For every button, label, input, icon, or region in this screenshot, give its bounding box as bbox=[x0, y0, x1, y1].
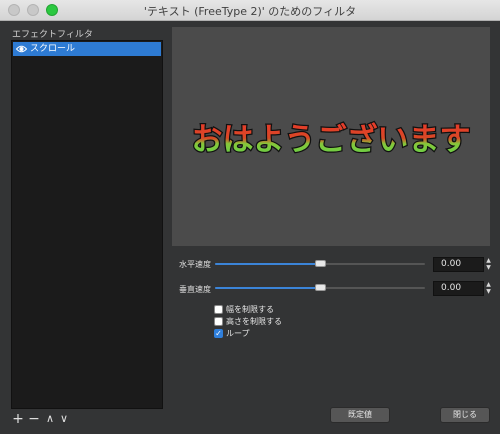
preview-area: おはようございます bbox=[172, 27, 490, 246]
vertical-speed-label: 垂直速度 bbox=[179, 285, 211, 294]
eye-icon[interactable] bbox=[15, 44, 28, 59]
checkbox-label: 高さを制限する bbox=[226, 317, 282, 326]
vertical-speed-slider[interactable] bbox=[215, 281, 425, 295]
checkbox-label: ループ bbox=[226, 329, 250, 338]
effect-filters-label: エフェクトフィルタ bbox=[12, 30, 93, 40]
spinbox-value: 0.00 bbox=[441, 283, 462, 293]
filter-item-scroll[interactable]: スクロール bbox=[13, 42, 161, 56]
vertical-speed-spinbox[interactable]: 0.00 ▲ ▼ bbox=[433, 281, 491, 296]
checkbox-label: 幅を制限する bbox=[226, 305, 274, 314]
slider-handle[interactable] bbox=[315, 260, 326, 267]
remove-icon[interactable]: − bbox=[28, 412, 40, 426]
move-up-icon[interactable]: ∧ bbox=[44, 413, 56, 425]
checkbox-box[interactable] bbox=[214, 305, 223, 314]
close-button[interactable]: 閉じる bbox=[440, 407, 490, 423]
stepper-arrows-icon[interactable]: ▲ ▼ bbox=[484, 281, 493, 296]
slider-handle[interactable] bbox=[315, 284, 326, 291]
window-title: 'テキスト (FreeType 2)' のためのフィルタ bbox=[143, 5, 357, 18]
title-bar: 'テキスト (FreeType 2)' のためのフィルタ bbox=[0, 0, 500, 21]
horizontal-speed-slider[interactable] bbox=[215, 257, 425, 271]
checkbox-box[interactable] bbox=[214, 317, 223, 326]
spinbox-value: 0.00 bbox=[441, 259, 462, 269]
horizontal-speed-spinbox[interactable]: 0.00 ▲ ▼ bbox=[433, 257, 491, 272]
move-down-icon[interactable]: ∨ bbox=[58, 413, 70, 425]
filter-list[interactable]: スクロール bbox=[11, 40, 163, 409]
defaults-button[interactable]: 既定値 bbox=[330, 407, 390, 423]
filter-item-label: スクロール bbox=[30, 44, 76, 54]
add-icon[interactable]: + bbox=[12, 412, 24, 426]
horizontal-speed-label: 水平速度 bbox=[179, 260, 211, 269]
stepper-arrows-icon[interactable]: ▲ ▼ bbox=[484, 257, 493, 272]
preview-text: おはようございます bbox=[192, 122, 471, 158]
checkbox-box[interactable]: ✓ bbox=[214, 329, 223, 338]
